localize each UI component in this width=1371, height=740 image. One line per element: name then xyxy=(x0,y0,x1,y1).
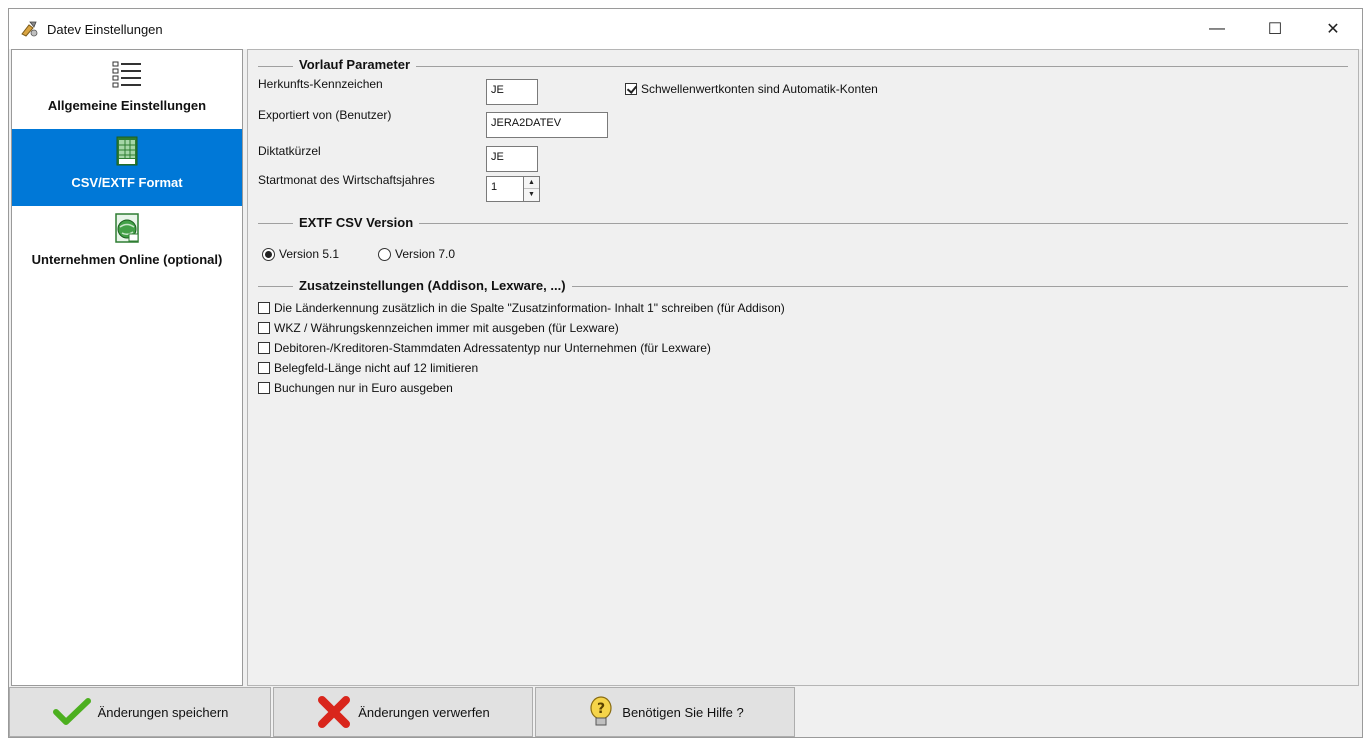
checkbox-label: Buchungen nur in Euro ausgeben xyxy=(274,381,453,395)
list-icon xyxy=(112,61,141,88)
zusatz-option-belegfeld[interactable]: Belegfeld-Länge nicht auf 12 limitieren xyxy=(258,361,478,375)
settings-window: Datev Einstellungen — ☐ ✕ Allgemeine Ein… xyxy=(8,8,1363,738)
zusatz-option-euro[interactable]: Buchungen nur in Euro ausgeben xyxy=(258,381,453,395)
save-button[interactable]: Änderungen speichern xyxy=(9,687,271,737)
close-x-icon xyxy=(318,696,351,728)
spin-up-icon[interactable]: ▲ xyxy=(524,177,539,189)
window-title: Datev Einstellungen xyxy=(47,21,163,37)
save-button-label: Änderungen speichern xyxy=(97,704,229,720)
spreadsheet-csv-icon xyxy=(116,136,138,166)
checkbox[interactable] xyxy=(258,342,270,354)
spin-down-icon[interactable]: ▼ xyxy=(524,189,539,200)
sidebar-item-unternehmen-online[interactable]: Unternehmen Online (optional) xyxy=(12,206,242,283)
exportiert-label: Exportiert von (Benutzer) xyxy=(258,108,392,122)
radio-button[interactable] xyxy=(262,247,275,261)
zusatz-option-adressatentyp[interactable]: Debitoren-/Kreditoren-Stammdaten Adressa… xyxy=(258,341,711,355)
settings-app-icon xyxy=(21,21,38,37)
globe-document-icon xyxy=(115,213,139,243)
diktat-field[interactable]: JE xyxy=(486,146,538,172)
checkbox-label: WKZ / Währungskennzeichen immer mit ausg… xyxy=(274,321,619,335)
section-title-extf: EXTF CSV Version xyxy=(293,215,420,230)
lightbulb-question-icon: ? xyxy=(590,696,612,726)
radio-version-7-0[interactable]: Version 7.0 xyxy=(378,247,455,261)
checkbox-label: Belegfeld-Länge nicht auf 12 limitieren xyxy=(274,361,479,375)
schwellenwert-label: Schwellenwertkonten sind Automatik-Konte… xyxy=(641,82,878,96)
radio-label: Version 7.0 xyxy=(395,247,456,261)
maximize-button[interactable]: ☐ xyxy=(1246,9,1304,49)
help-button[interactable]: ? Benötigen Sie Hilfe ? xyxy=(535,687,795,737)
bottom-button-bar: Änderungen speichern Änderungen verwerfe… xyxy=(9,687,1364,737)
settings-main-panel: Vorlauf Parameter Herkunfts-Kennzeichen … xyxy=(247,49,1359,686)
checkbox-label: Debitoren-/Kreditoren-Stammdaten Adressa… xyxy=(274,341,711,355)
exportiert-field[interactable]: JERA2DATEV xyxy=(486,112,608,138)
herkunft-label: Herkunfts-Kennzeichen xyxy=(258,77,383,91)
svg-text:?: ? xyxy=(597,701,605,717)
checkbox[interactable] xyxy=(258,362,270,374)
diktat-label: Diktatkürzel xyxy=(258,144,321,158)
section-divider xyxy=(258,66,1348,67)
zusatz-option-wkz[interactable]: WKZ / Währungskennzeichen immer mit ausg… xyxy=(258,321,619,335)
radio-label: Version 5.1 xyxy=(279,247,340,261)
checkbox[interactable] xyxy=(258,382,270,394)
section-title-vorlauf: Vorlauf Parameter xyxy=(293,57,417,72)
close-button[interactable]: ✕ xyxy=(1304,9,1362,49)
zusatz-option-laenderkennung[interactable]: Die Länderkennung zusätzlich in die Spal… xyxy=(258,301,785,315)
settings-sidebar: Allgemeine Einstellungen CSV/EXTF Format xyxy=(11,49,243,686)
title-bar: Datev Einstellungen — ☐ ✕ xyxy=(9,9,1362,49)
checkbox-label: Die Länderkennung zusätzlich in die Spal… xyxy=(274,301,785,315)
startmonat-spin-buttons[interactable]: ▲ ▼ xyxy=(524,176,540,202)
sidebar-item-label: Unternehmen Online (optional) xyxy=(31,252,223,267)
sidebar-item-label: Allgemeine Einstellungen xyxy=(47,98,207,113)
minimize-button[interactable]: — xyxy=(1188,9,1246,49)
radio-version-5-1[interactable]: Version 5.1 xyxy=(262,247,339,261)
discard-button-label: Änderungen verwerfen xyxy=(358,704,490,720)
startmonat-label: Startmonat des Wirtschaftsjahres xyxy=(258,173,435,187)
help-button-label: Benötigen Sie Hilfe ? xyxy=(622,704,744,720)
sidebar-item-label: CSV/EXTF Format xyxy=(71,175,183,190)
section-divider xyxy=(258,223,1348,224)
sidebar-item-allgemeine-einstellungen[interactable]: Allgemeine Einstellungen xyxy=(12,52,242,129)
radio-button[interactable] xyxy=(378,247,391,261)
check-icon xyxy=(52,698,91,725)
schwellenwert-checkbox-row[interactable]: Schwellenwertkonten sind Automatik-Konte… xyxy=(625,82,878,96)
sidebar-item-csv-extf-format[interactable]: CSV/EXTF Format xyxy=(12,129,242,206)
herkunft-field[interactable]: JE xyxy=(486,79,538,105)
checkbox[interactable] xyxy=(258,322,270,334)
checkbox[interactable] xyxy=(258,302,270,314)
discard-button[interactable]: Änderungen verwerfen xyxy=(273,687,533,737)
schwellenwert-checkbox[interactable] xyxy=(625,83,637,95)
section-title-zusatz: Zusatzeinstellungen (Addison, Lexware, .… xyxy=(293,278,572,293)
startmonat-stepper[interactable]: 1 xyxy=(486,176,524,202)
